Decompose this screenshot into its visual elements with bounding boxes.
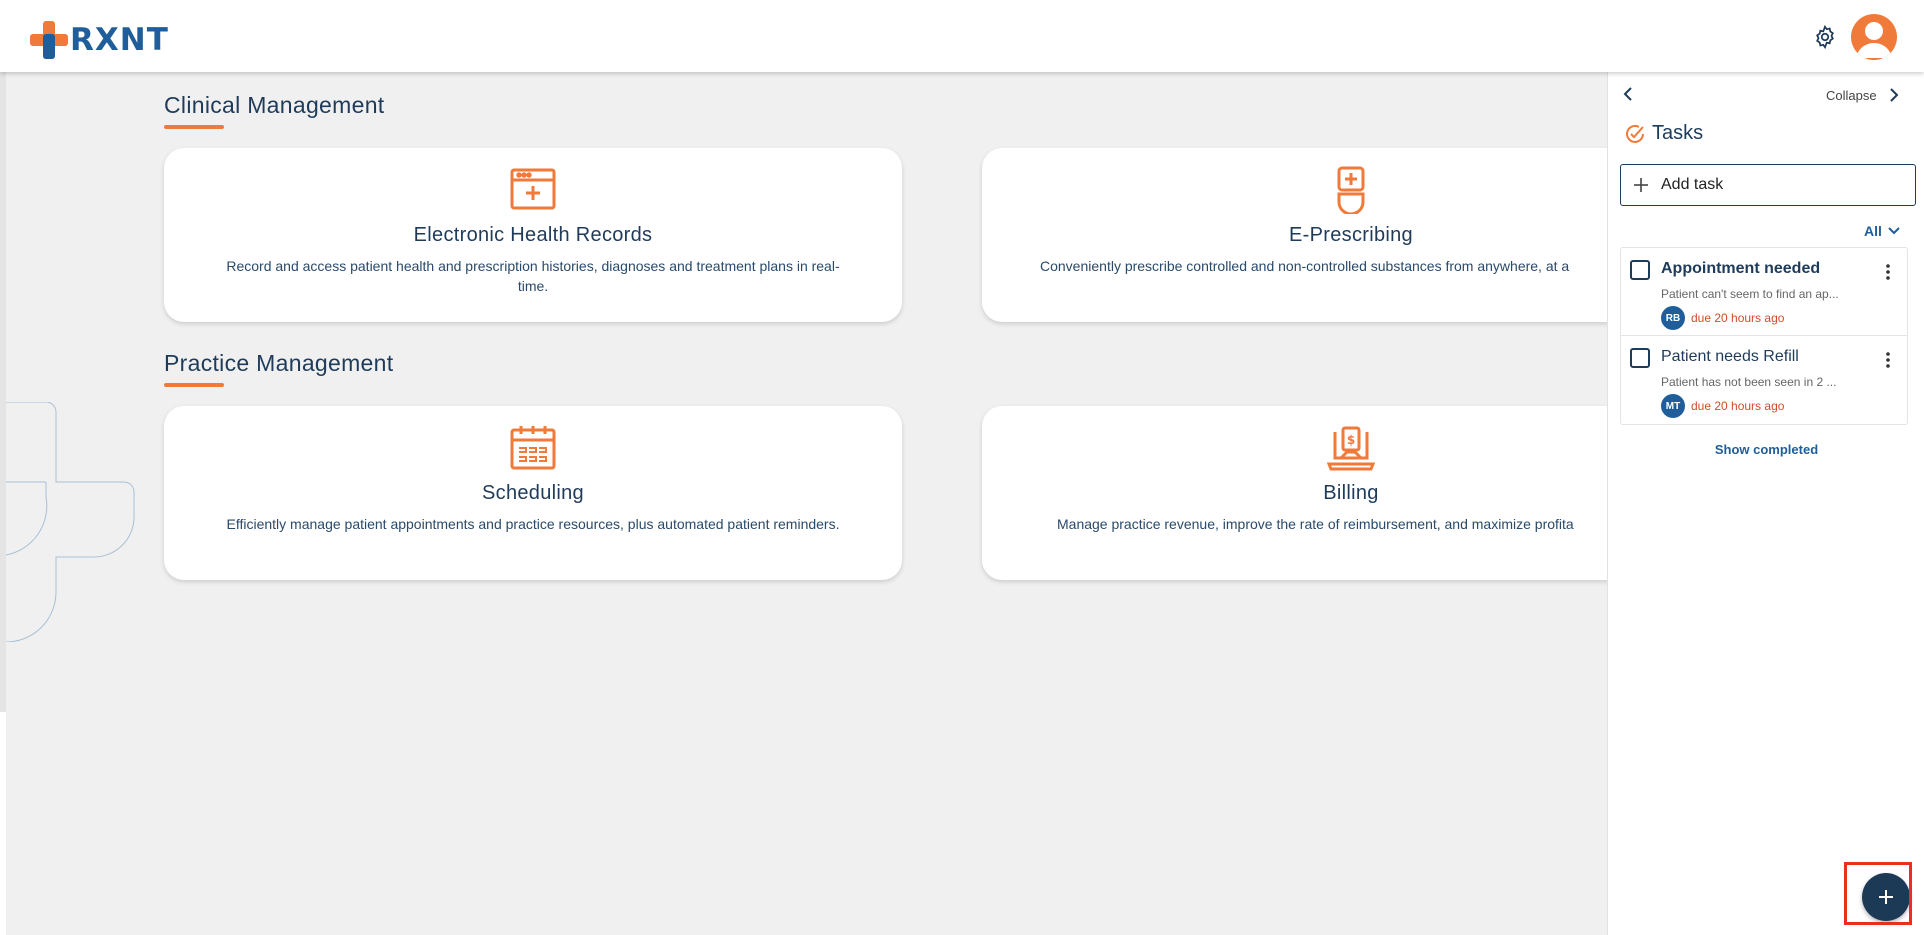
chevron-down-icon xyxy=(1888,227,1900,235)
collapse-label: Collapse xyxy=(1826,87,1877,103)
show-completed-button[interactable]: Show completed xyxy=(1608,442,1924,457)
task-meta: RB due 20 hours ago xyxy=(1661,306,1784,330)
rxnt-logo[interactable]: RXNT xyxy=(30,20,169,60)
section-underline xyxy=(164,125,224,129)
chevron-left-icon xyxy=(1623,87,1632,101)
task-due: due 20 hours ago xyxy=(1691,399,1785,413)
tasks-panel: Collapse Tasks Add task All Appointment … xyxy=(1607,72,1924,935)
task-title: Patient needs Refill xyxy=(1661,348,1799,365)
svg-text:$: $ xyxy=(1347,433,1355,447)
assignee-avatar: MT xyxy=(1661,394,1685,418)
prescription-bottle-icon xyxy=(1337,166,1365,214)
more-vertical-icon xyxy=(1886,264,1890,280)
gear-icon xyxy=(1816,24,1834,50)
card-title: E-Prescribing xyxy=(1289,224,1413,246)
task-description: Patient has not been seen in 2 ... xyxy=(1661,375,1837,389)
top-header: RXNT xyxy=(0,0,1924,72)
check-circle-icon xyxy=(1626,124,1644,143)
card-title: Scheduling xyxy=(482,482,584,504)
task-checkbox[interactable] xyxy=(1630,348,1650,368)
task-item[interactable]: Patient needs Refill Patient has not bee… xyxy=(1621,336,1907,424)
task-menu-button[interactable] xyxy=(1880,350,1896,370)
settings-button[interactable] xyxy=(1812,24,1838,50)
main-content: Clinical Management Electronic Health Re… xyxy=(6,72,1607,935)
filter-label: All xyxy=(1864,223,1882,239)
task-description: Patient can't seem to find an ap... xyxy=(1661,287,1839,301)
plus-icon xyxy=(1879,890,1893,904)
task-item[interactable]: Appointment needed Patient can't seem to… xyxy=(1621,248,1907,336)
chevron-right-icon xyxy=(1889,88,1899,102)
floating-add-button[interactable] xyxy=(1862,873,1910,921)
panel-back-button[interactable] xyxy=(1622,86,1636,102)
card-description: Conveniently prescribe controlled and no… xyxy=(1040,258,1570,274)
logo-text: RXNT xyxy=(70,21,169,58)
task-due: due 20 hours ago xyxy=(1691,311,1785,325)
tasks-heading: Tasks xyxy=(1624,122,1703,145)
card-billing[interactable]: $ Billing Manage practice revenue, impro… xyxy=(982,406,1607,580)
task-checkbox[interactable] xyxy=(1630,260,1650,280)
ehr-window-plus-icon xyxy=(510,168,556,210)
section-title-clinical: Clinical Management xyxy=(164,92,385,118)
user-avatar[interactable] xyxy=(1851,14,1897,60)
card-description: Efficiently manage patient appointments … xyxy=(226,516,840,532)
card-title: Billing xyxy=(1323,482,1379,504)
task-filter-dropdown[interactable]: All xyxy=(1864,222,1901,240)
section-title-practice: Practice Management xyxy=(164,350,394,376)
user-avatar-icon xyxy=(1856,22,1892,58)
tasks-title: Tasks xyxy=(1652,122,1704,144)
card-e-prescribing[interactable]: E-Prescribing Conveniently prescribe con… xyxy=(982,148,1607,322)
laptop-dollar-icon: $ xyxy=(1327,426,1375,471)
task-title: Appointment needed xyxy=(1661,260,1821,277)
assignee-avatar: RB xyxy=(1661,306,1685,330)
decorative-cross-outline xyxy=(6,402,135,642)
card-electronic-health-records[interactable]: Electronic Health Records Record and acc… xyxy=(164,148,902,322)
more-vertical-icon xyxy=(1886,352,1890,368)
add-task-input[interactable]: Add task xyxy=(1620,164,1916,206)
task-list: Appointment needed Patient can't seem to… xyxy=(1620,247,1908,425)
collapse-button[interactable]: Collapse xyxy=(1826,86,1899,104)
add-task-placeholder: Add task xyxy=(1661,176,1724,193)
task-meta: MT due 20 hours ago xyxy=(1661,394,1784,418)
card-description: Manage practice revenue, improve the rat… xyxy=(1057,516,1574,532)
calendar-icon xyxy=(510,426,556,470)
card-scheduling[interactable]: Scheduling Efficiently manage patient ap… xyxy=(164,406,902,580)
plus-icon xyxy=(1634,178,1648,192)
task-menu-button[interactable] xyxy=(1880,262,1896,282)
logo-cross-icon xyxy=(30,21,68,59)
card-description: Record and access patient health and pre… xyxy=(226,258,840,294)
section-underline xyxy=(164,383,224,387)
card-title: Electronic Health Records xyxy=(413,224,653,246)
